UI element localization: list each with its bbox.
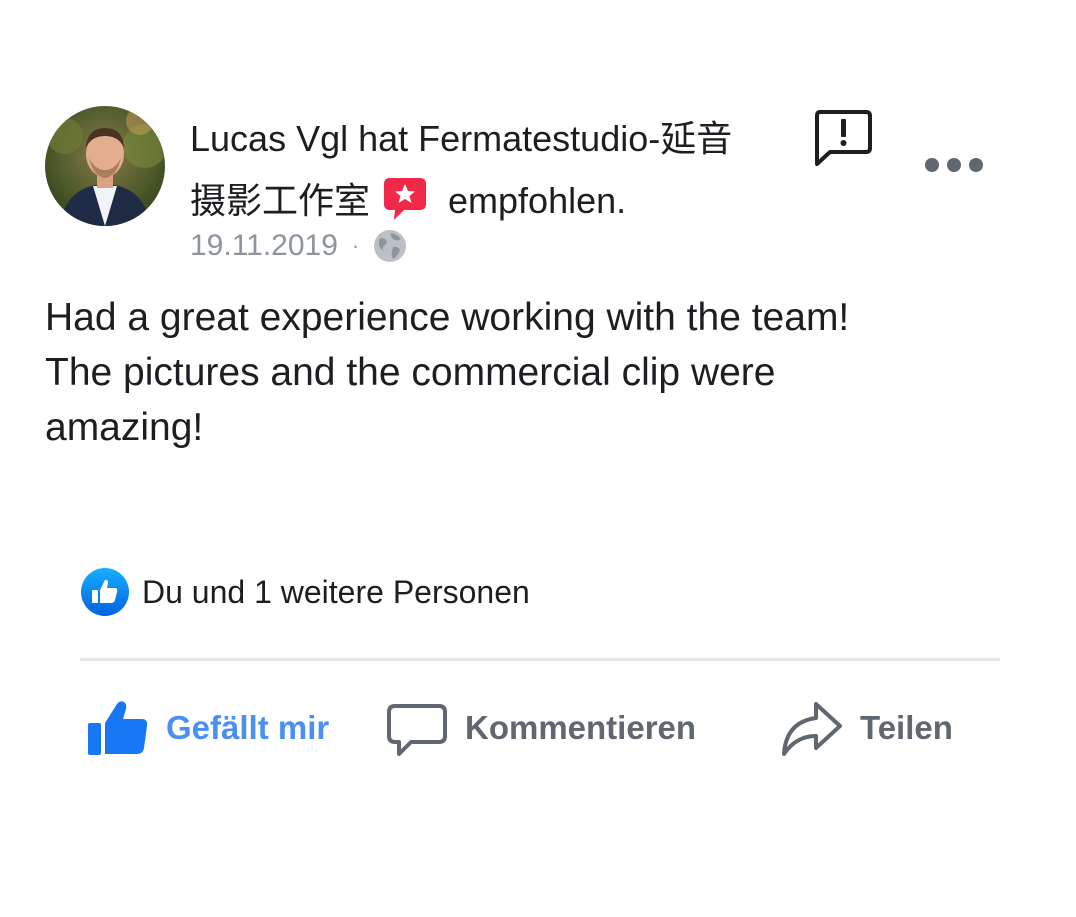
more-dot <box>969 158 983 172</box>
meta-separator: · <box>351 233 360 258</box>
share-button[interactable]: Teilen <box>780 690 953 766</box>
author-line-2: 摄影工作室 empfohlen. <box>190 170 780 232</box>
like-button[interactable]: Gefällt mir <box>86 690 329 766</box>
post-body: Had a great experience working with the … <box>45 296 850 449</box>
reactions-summary[interactable]: Du und 1 weitere Personen <box>80 566 530 618</box>
recommendation-star-icon <box>382 176 428 222</box>
comment-label: Kommentieren <box>465 709 697 746</box>
comment-icon <box>385 696 449 760</box>
action-bar: Gefällt mir Kommentieren Teilen <box>0 690 1076 766</box>
more-options-icon[interactable] <box>925 150 983 180</box>
more-dot <box>925 158 939 172</box>
avatar-photo <box>45 106 165 226</box>
recommended-text: empfohlen. <box>448 180 627 221</box>
page-name-continued[interactable]: 摄影工作室 <box>190 170 370 232</box>
post-meta: 19.11.2019 · <box>190 226 407 266</box>
author-line[interactable]: Lucas Vgl hat Fermatestudio-延音 <box>190 108 780 170</box>
post-header: Lucas Vgl hat Fermatestudio-延音 摄影工作室 emp… <box>190 108 780 232</box>
post-date[interactable]: 19.11.2019 <box>190 229 338 263</box>
comment-button[interactable]: Kommentieren <box>385 690 696 766</box>
share-label: Teilen <box>860 709 953 746</box>
avatar[interactable] <box>45 106 165 226</box>
share-arrow-icon <box>780 696 844 760</box>
thumbs-up-icon <box>86 696 150 760</box>
reactions-text: Du und 1 weitere Personen <box>142 573 530 610</box>
like-label: Gefällt mir <box>166 709 330 746</box>
recommendation-post: Lucas Vgl hat Fermatestudio-延音 摄影工作室 emp… <box>0 0 1076 917</box>
report-icon[interactable] <box>812 108 874 168</box>
divider <box>80 658 1000 661</box>
like-reaction-icon <box>80 567 130 617</box>
globe-icon <box>373 229 407 263</box>
more-dot <box>947 158 961 172</box>
